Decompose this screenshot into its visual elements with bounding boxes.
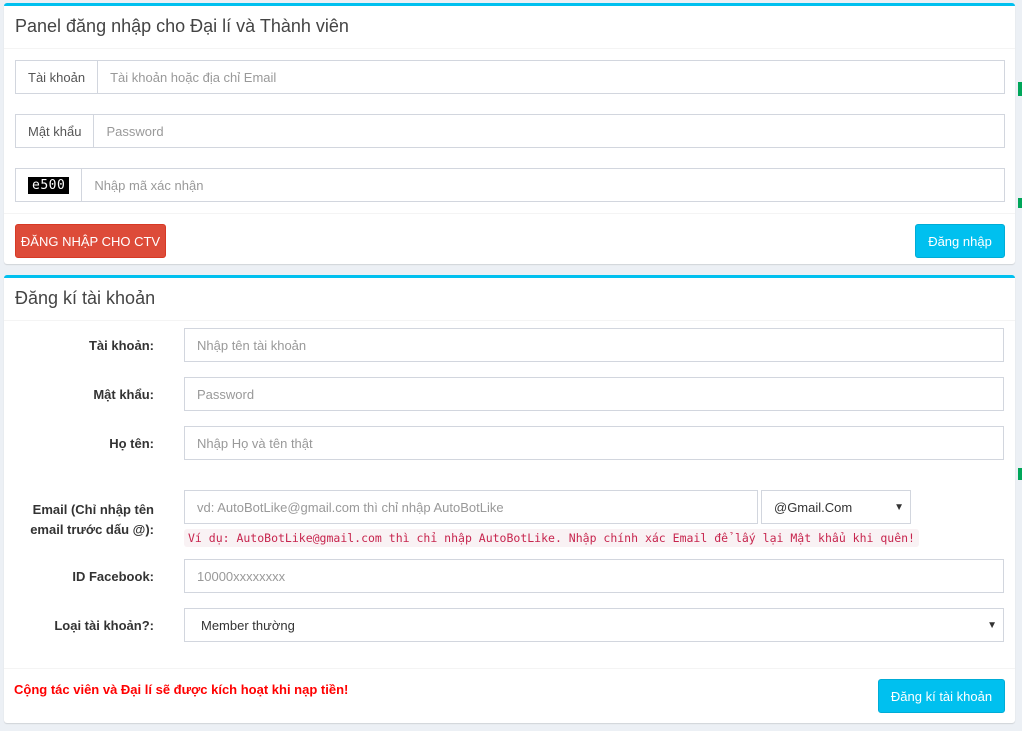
register-panel-title: Đăng kí tài khoản [4, 278, 1015, 321]
register-facebook-label: ID Facebook: [72, 569, 154, 584]
register-footer: Cộng tác viên và Đại lí sẽ được kích hoạ… [4, 668, 1015, 726]
captcha-addon: e500 [16, 169, 83, 201]
register-fullname-label: Họ tên: [109, 436, 154, 451]
register-panel: Đăng kí tài khoản Tài khoản: Mật khẩu: H… [4, 275, 1015, 723]
chevron-down-icon: ▼ [987, 619, 997, 631]
email-domain-value: @Gmail.Com [774, 499, 853, 515]
email-label-line1: Email (Chỉ nhập tên [32, 502, 154, 517]
register-password-label: Mật khẩu: [93, 387, 154, 402]
register-username-label: Tài khoản: [88, 338, 154, 353]
register-button[interactable]: Đăng kí tài khoản [878, 679, 1005, 713]
register-account-type-label: Loại tài khoản?: [54, 618, 154, 633]
login-panel-title: Panel đăng nhập cho Đại lí và Thành viên [4, 6, 1015, 49]
email-domain-select[interactable]: @Gmail.Com ▼ [761, 490, 911, 524]
register-email-input[interactable] [184, 490, 758, 524]
captcha-input[interactable] [82, 169, 1004, 201]
side-accent [1018, 82, 1022, 96]
ctv-login-button[interactable]: ĐĂNG NHẬP CHO CTV [15, 224, 166, 258]
register-password-input[interactable] [184, 377, 1004, 411]
captcha-group: e500 [15, 168, 1005, 202]
login-password-label: Mật khẩu [16, 115, 95, 147]
captcha-image: e500 [28, 176, 70, 194]
register-facebook-input[interactable] [184, 559, 1004, 593]
login-button[interactable]: Đăng nhập [915, 224, 1005, 258]
side-accent [1018, 468, 1022, 480]
chevron-down-icon: ▼ [894, 501, 904, 513]
login-password-input[interactable] [94, 115, 1004, 147]
login-username-input[interactable] [98, 61, 1004, 93]
login-password-group: Mật khẩu [15, 114, 1005, 148]
account-type-select[interactable]: Member thường ▼ [184, 608, 1004, 642]
register-fullname-input[interactable] [184, 426, 1004, 460]
side-accent [1018, 198, 1022, 208]
register-email-label: Email (Chỉ nhập tên email trước dấu @): [30, 500, 154, 540]
email-hint: Ví dụ: AutoBotLike@gmail.com thì chỉ nhậ… [184, 529, 919, 547]
email-label-line2: email trước dấu @): [30, 522, 154, 537]
activation-notice: Cộng tác viên và Đại lí sẽ được kích hoạ… [14, 682, 349, 697]
login-username-group: Tài khoản [15, 60, 1005, 94]
register-username-input[interactable] [184, 328, 1004, 362]
login-username-label: Tài khoản [16, 61, 99, 93]
login-panel: Panel đăng nhập cho Đại lí và Thành viên… [4, 3, 1015, 264]
login-footer: ĐĂNG NHẬP CHO CTV Đăng nhập [4, 213, 1015, 267]
account-type-value: Member thường [201, 617, 295, 633]
